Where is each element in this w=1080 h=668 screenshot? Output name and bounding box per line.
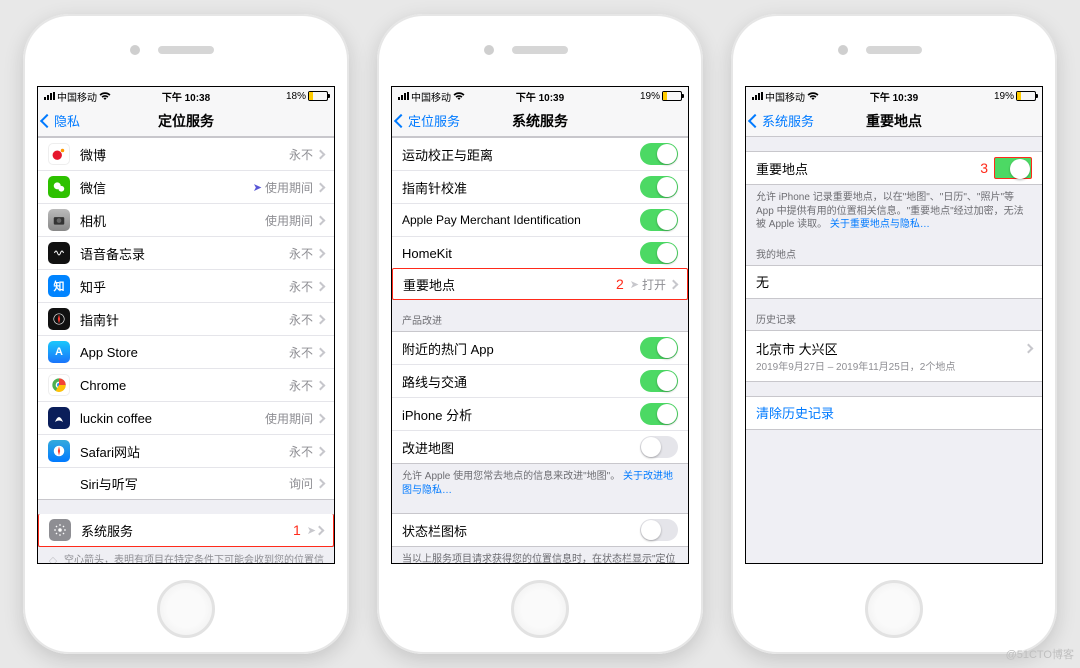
back-button[interactable]: 定位服务 [392, 111, 460, 130]
phone-frame-2: 中国移动 下午 10:39 19% 定位服务 系统服务 运动校正与距离 指南针校… [377, 14, 703, 654]
row-my-locations[interactable]: 无 [746, 266, 1042, 298]
phone-camera [130, 45, 140, 55]
toggle-switch[interactable] [640, 519, 678, 541]
page-title: 定位服务 [38, 111, 334, 131]
annotation-3: 3 [980, 160, 988, 176]
toggle-switch[interactable] [640, 337, 678, 359]
app-row-luckin[interactable]: luckin coffee使用期间 [38, 401, 334, 434]
toggle-switch[interactable] [640, 370, 678, 392]
status-bar: 中国移动 下午 10:39 19% [392, 87, 688, 105]
row-popular-nearby[interactable]: 附近的热门 App [392, 332, 688, 364]
toggle-switch[interactable] [640, 242, 678, 264]
status-bar: 中国移动 下午 10:38 18% [38, 87, 334, 105]
toggle-switch[interactable] [640, 436, 678, 458]
app-row-weibo[interactable]: 微博永不 [38, 138, 334, 170]
row-apple-pay-merchant[interactable]: Apple Pay Merchant Identification [392, 203, 688, 236]
battery-pct: 18% [286, 91, 306, 102]
back-button[interactable]: 系统服务 [746, 111, 814, 130]
back-button[interactable]: 隐私 [38, 111, 80, 130]
group-footer-improve-maps: 允许 Apple 使用您常去地点的信息来改进"地图"。 关于改进地图与隐私… [392, 464, 688, 499]
row-routing-traffic[interactable]: 路线与交通 [392, 364, 688, 397]
app-row-safari[interactable]: Safari网站永不 [38, 434, 334, 467]
group-footer-statusbar: 当以上服务项目请求获得您的位置信息时，在状态栏显示"定位服务"的图标。 [392, 547, 688, 563]
row-improve-maps[interactable]: 改进地图 [392, 430, 688, 463]
carrier-label: 中国移动 [57, 89, 97, 104]
annotation-2: 2 [616, 276, 624, 292]
home-button[interactable] [511, 580, 569, 638]
battery-icon [308, 91, 328, 101]
home-button[interactable] [157, 580, 215, 638]
header-history: 历史记录 [746, 299, 1042, 330]
phone-frame-1: 中国移动 下午 10:38 18% 隐私 定位服务 微博永不 微信➤使用期间 相… [23, 14, 349, 654]
screen-2: 中国移动 下午 10:39 19% 定位服务 系统服务 运动校正与距离 指南针校… [391, 86, 689, 564]
app-row-siri[interactable]: Siri与听写询问 [38, 467, 334, 499]
toggle-switch[interactable] [640, 143, 678, 165]
row-motion-distance[interactable]: 运动校正与距离 [392, 138, 688, 170]
toggle-switch[interactable] [640, 209, 678, 231]
screen-1: 中国移动 下午 10:38 18% 隐私 定位服务 微博永不 微信➤使用期间 相… [37, 86, 335, 564]
row-compass-calibration[interactable]: 指南针校准 [392, 170, 688, 203]
wifi-icon [453, 91, 465, 101]
status-bar: 中国移动 下午 10:39 19% [746, 87, 1042, 105]
row-homekit[interactable]: HomeKit [392, 236, 688, 269]
row-history-entry[interactable]: 北京市 大兴区 2019年9月27日 – 2019年11月25日，2个地点 [746, 331, 1042, 381]
app-row-app-store[interactable]: AApp Store永不 [38, 335, 334, 368]
toggle-switch[interactable] [640, 403, 678, 425]
app-permissions-group: 微博永不 微信➤使用期间 相机使用期间 语音备忘录永不 知知乎永不 指南针永不 … [38, 137, 334, 500]
app-row-compass[interactable]: 指南针永不 [38, 302, 334, 335]
chevron-right-icon [1024, 343, 1034, 353]
annotation-1: 1 [293, 522, 301, 538]
toggle-switch[interactable] [640, 176, 678, 198]
home-button[interactable] [865, 580, 923, 638]
header-my-locations: 我的地点 [746, 234, 1042, 265]
wifi-icon [99, 91, 111, 101]
row-significant-locations[interactable]: 重要地点 2 ➤打开 [392, 268, 688, 300]
app-row-wechat[interactable]: 微信➤使用期间 [38, 170, 334, 203]
location-arrow-icon: ➤ [630, 278, 639, 291]
gear-icon [49, 519, 71, 541]
system-services-row[interactable]: 系统服务 1 ➤ [38, 514, 334, 547]
app-row-camera[interactable]: 相机使用期间 [38, 203, 334, 236]
app-row-zhihu[interactable]: 知知乎永不 [38, 269, 334, 302]
app-row-voice-memos[interactable]: 语音备忘录永不 [38, 236, 334, 269]
clear-history-button[interactable]: 清除历史记录 [746, 397, 1042, 429]
row-statusbar-icon[interactable]: 状态栏图标 [392, 514, 688, 546]
signal-icon [44, 92, 55, 100]
nav-bar: 隐私 定位服务 [38, 105, 334, 137]
app-row-chrome[interactable]: Chrome永不 [38, 368, 334, 401]
chevron-right-icon [669, 279, 679, 289]
group-header-product-improvement: 产品改进 [392, 300, 688, 331]
screen-3: 中国移动 下午 10:39 19% 系统服务 重要地点 重要地点 3 允许 iP… [745, 86, 1043, 564]
location-arrow-icon: ➤ [253, 181, 262, 194]
watermark: @51CTO博客 [1006, 646, 1074, 662]
phone-frame-3: 中国移动 下午 10:39 19% 系统服务 重要地点 重要地点 3 允许 iP… [731, 14, 1057, 654]
status-time: 下午 10:38 [162, 89, 210, 104]
legend-footer: ◇空心箭头，表明有项目在特定条件下可能会收到您的位置信息。 ➤紫色箭头，表明有项… [38, 547, 334, 563]
toggle-switch[interactable] [994, 157, 1032, 179]
history-subtitle: 2019年9月27日 – 2019年11月25日，2个地点 [756, 358, 1032, 373]
row-iphone-analytics[interactable]: iPhone 分析 [392, 397, 688, 430]
phone-speaker [158, 46, 214, 54]
chevron-right-icon [315, 525, 325, 535]
privacy-link[interactable]: 关于重要地点与隐私… [830, 219, 930, 230]
row-significant-locations-toggle[interactable]: 重要地点 3 [746, 152, 1042, 184]
toggle-footer: 允许 iPhone 记录重要地点，以在"地图"、"日历"、"照片"等 App 中… [746, 185, 1042, 234]
